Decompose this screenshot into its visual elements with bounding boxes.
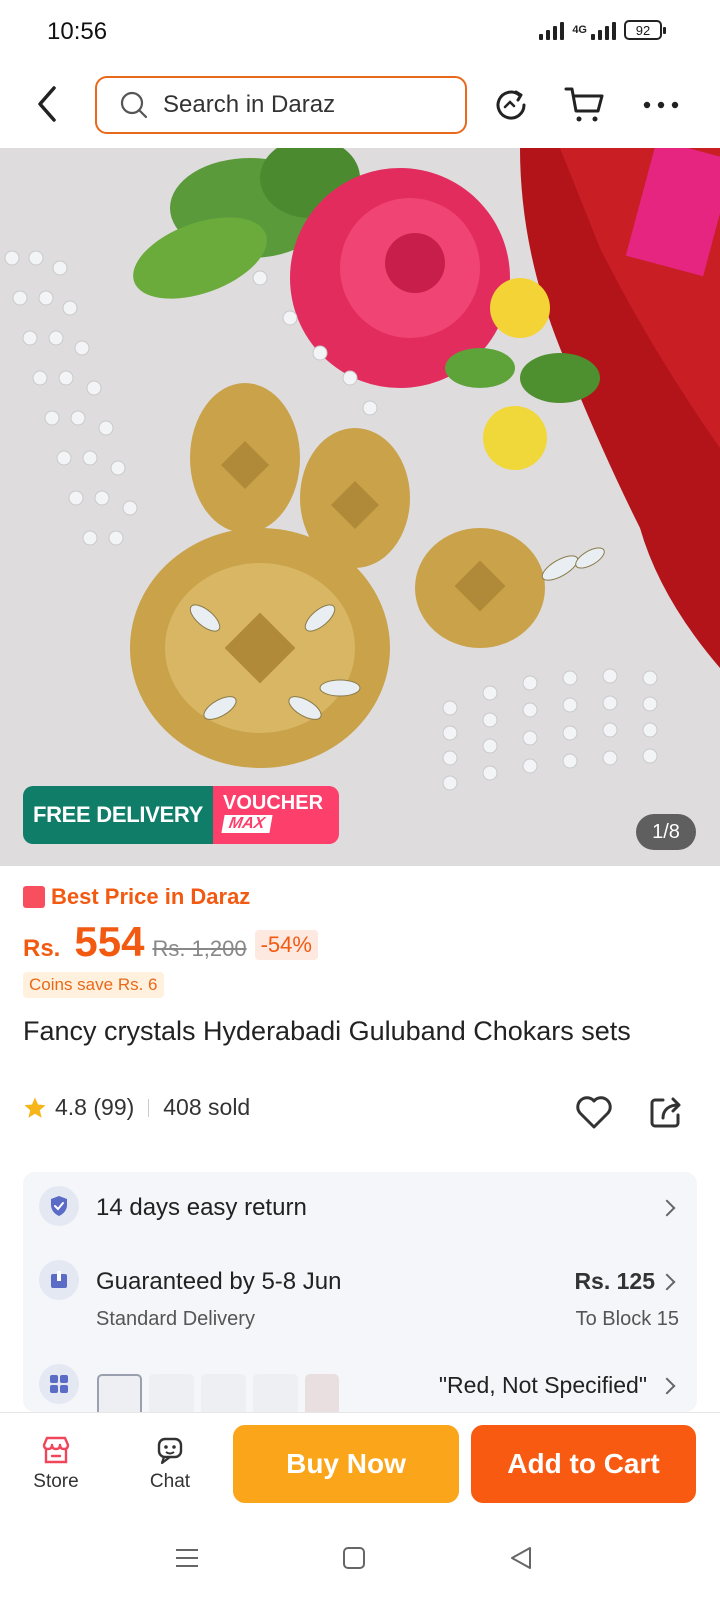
return-policy[interactable]: 14 days easy return <box>96 1194 307 1222</box>
discount-badge: -54% <box>254 930 318 960</box>
best-price-banner: Best Price in Daraz <box>23 884 250 910</box>
product-image[interactable] <box>0 148 720 866</box>
cart-icon <box>564 87 604 122</box>
price-tag-icon <box>23 886 45 908</box>
back-nav-button[interactable] <box>508 1545 534 1576</box>
best-price-label: Best Price in Daraz <box>51 884 251 909</box>
delivery-guarantee[interactable]: Guaranteed by 5-8 Jun <box>96 1268 342 1296</box>
delivery-icon <box>39 1260 79 1300</box>
refresh-button[interactable] <box>490 84 532 126</box>
selected-variant[interactable]: "Red, Not Specified" <box>439 1372 647 1399</box>
chevron-right-icon[interactable] <box>658 1377 676 1395</box>
bottom-action-bar: Store Chat Buy Now Add to Cart <box>0 1412 720 1517</box>
hamburger-icon <box>176 1549 198 1567</box>
battery-icon: 92 <box>624 20 666 40</box>
back-arrow-icon <box>38 86 56 122</box>
variant-icon <box>39 1364 79 1404</box>
network-type: 4G <box>572 24 587 36</box>
chat-icon <box>157 1437 183 1465</box>
top-header: Search in Daraz <box>0 64 720 148</box>
cart-button[interactable] <box>564 84 606 126</box>
triangle-back-icon <box>511 1547 531 1569</box>
status-time: 10:56 <box>47 18 108 45</box>
sold-count: 408 sold <box>163 1094 251 1120</box>
search-input[interactable]: Search in Daraz <box>95 76 467 134</box>
price-row: Rs. 554 Rs. 1,200 -54% <box>23 918 318 966</box>
menu-nav-button[interactable] <box>174 1545 200 1576</box>
voucher-text: VOUCHER <box>223 792 324 814</box>
rating-value: 4.8 (99) <box>55 1094 135 1120</box>
delivery-type: Standard Delivery <box>96 1308 255 1330</box>
coins-save-badge: Coins save Rs. 6 <box>23 972 164 998</box>
share-icon <box>650 1097 681 1128</box>
store-button[interactable]: Store <box>16 1435 96 1493</box>
battery-level: 92 <box>635 22 651 38</box>
rating-row[interactable]: 4.8 (99) 408 sold <box>23 1094 250 1121</box>
share-button[interactable] <box>646 1092 686 1132</box>
home-nav-button[interactable] <box>341 1545 367 1576</box>
delivery-location: To Block 15 <box>575 1308 679 1330</box>
shield-icon <box>39 1186 79 1226</box>
voucher-max-badge: VOUCHER MAX <box>213 786 339 844</box>
store-label: Store <box>33 1471 79 1492</box>
heart-icon <box>576 1096 612 1129</box>
divider <box>148 1098 150 1117</box>
more-dots-icon <box>643 101 679 109</box>
square-icon <box>343 1547 365 1569</box>
free-delivery-badge: FREE DELIVERY <box>23 786 213 844</box>
signal-icon <box>539 20 565 40</box>
add-to-cart-button[interactable]: Add to Cart <box>471 1425 696 1503</box>
store-icon <box>42 1436 70 1464</box>
chevron-right-icon[interactable] <box>658 1273 676 1291</box>
star-icon <box>24 1097 46 1118</box>
back-button[interactable] <box>30 80 66 128</box>
chevron-right-icon[interactable] <box>658 1199 676 1217</box>
signal-icon-2 <box>591 20 616 40</box>
delivery-price: Rs. 125 <box>574 1268 655 1294</box>
buy-now-button[interactable]: Buy Now <box>233 1425 459 1503</box>
refresh-icon <box>496 90 526 120</box>
chat-button[interactable]: Chat <box>130 1435 210 1493</box>
search-placeholder: Search in Daraz <box>163 91 336 118</box>
status-bar: 10:56 4G 92 <box>0 0 720 64</box>
current-price: 554 <box>74 918 145 965</box>
wishlist-button[interactable] <box>574 1092 614 1132</box>
more-options-button[interactable] <box>640 84 682 126</box>
image-counter: 1/8 <box>636 814 696 850</box>
status-icons: 4G 92 <box>539 20 666 40</box>
currency-label: Rs. <box>23 935 61 962</box>
system-navigation-bar <box>0 1517 720 1600</box>
search-icon <box>120 91 148 119</box>
original-price: Rs. 1,200 <box>152 936 247 961</box>
chat-label: Chat <box>149 1471 191 1492</box>
max-text: MAX <box>221 815 273 833</box>
jewelry-photo <box>0 148 720 866</box>
product-title: Fancy crystals Hyderabadi Guluband Choka… <box>23 1016 631 1046</box>
